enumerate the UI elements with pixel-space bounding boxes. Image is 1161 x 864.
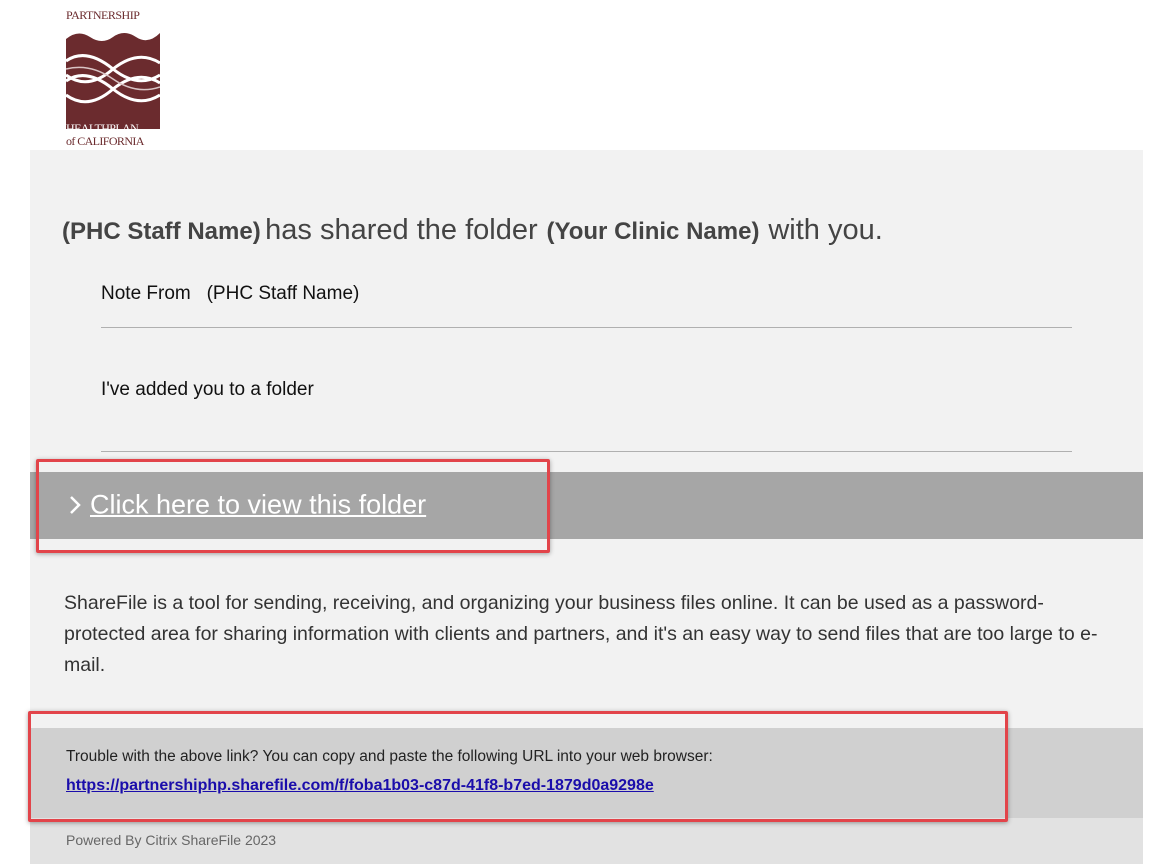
footer: Powered By Citrix ShareFile 2023 xyxy=(30,818,1143,864)
view-folder-link-label[interactable]: Click here to view this folder xyxy=(90,489,426,519)
sharefile-description: ShareFile is a tool for sending, receivi… xyxy=(64,592,1098,676)
logo-healthplan-text: HEALTHPLAN xyxy=(66,121,139,135)
folder-url-link[interactable]: https://partnershiphp.sharefile.com/f/fo… xyxy=(66,777,654,795)
logo-wave-emblem xyxy=(66,33,160,129)
trouble-instructions: Trouble with the above link? You can cop… xyxy=(66,748,713,765)
headline-folder-name: (Your Clinic Name) xyxy=(546,218,760,245)
headline-sender: (PHC Staff Name) xyxy=(62,218,261,245)
email-page: PARTNERSHIP HEALTHPLAN of CALIFORNIA (PH… xyxy=(0,0,1161,864)
headline-suffix: with you. xyxy=(768,214,883,246)
view-folder-bar: Click here to view this folder xyxy=(30,472,1143,539)
chevron-right-icon xyxy=(70,495,81,514)
note-from-line: Note From (PHC Staff Name) xyxy=(101,283,359,305)
powered-by-text: Powered By Citrix ShareFile 2023 xyxy=(66,832,277,848)
note-message: I've added you to a folder xyxy=(101,379,314,400)
share-headline: (PHC Staff Name) has shared the folder (… xyxy=(62,214,883,247)
note-from-label: Note From xyxy=(101,283,191,304)
note-from-sender: (PHC Staff Name) xyxy=(206,283,360,304)
partnership-healthplan-logo: PARTNERSHIP HEALTHPLAN of CALIFORNIA xyxy=(66,8,160,148)
headline-action: has shared the folder xyxy=(265,214,538,246)
logo-california-text: of CALIFORNIA xyxy=(66,134,144,148)
view-folder-link[interactable]: Click here to view this folder xyxy=(68,488,426,520)
divider xyxy=(101,327,1072,328)
logo-top-text: PARTNERSHIP xyxy=(66,8,140,22)
divider xyxy=(101,451,1072,452)
email-content: (PHC Staff Name) has shared the folder (… xyxy=(30,150,1143,864)
trouble-link-section: Trouble with the above link? You can cop… xyxy=(30,728,1143,818)
